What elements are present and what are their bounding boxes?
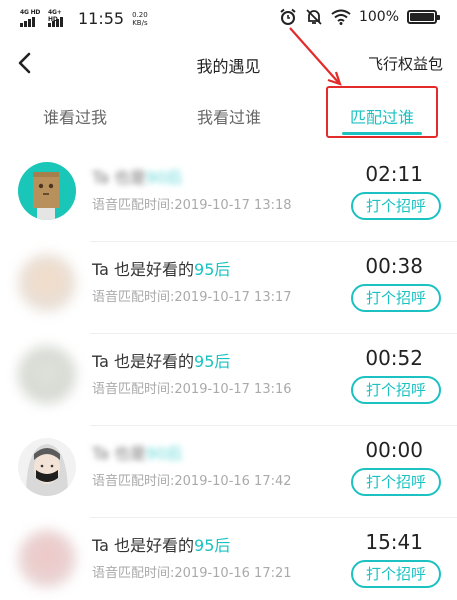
user-name: Ta 也是好看的95后	[92, 348, 230, 372]
mute-bell-icon	[306, 9, 322, 25]
call-duration: 00:00	[365, 438, 423, 462]
list-item[interactable]: Ta 也是好看的95后 语音匹配时间:2019-10-16 17:21 15:4…	[0, 518, 457, 600]
status-left: 4G HD 4G+ HD 11:55 0.20 KB/s	[20, 9, 148, 28]
battery-icon	[407, 10, 440, 24]
signal-icon: 4G+ HD	[48, 9, 70, 27]
user-name: Ta 也是90后	[92, 440, 182, 464]
user-name: Ta 也是好看的95后	[92, 256, 230, 280]
name-prefix: Ta 也是好看的	[92, 260, 195, 279]
app-header: 我的遇见 飞行权益包	[0, 40, 457, 86]
wifi-icon	[331, 9, 351, 25]
say-hello-button[interactable]: 打个招呼	[351, 468, 441, 496]
signal-icon: 4G HD	[20, 8, 42, 27]
status-time: 11:55	[78, 9, 125, 28]
match-time: 语音匹配时间:2019-10-16 17:42	[92, 474, 292, 489]
tab-who-viewed-me[interactable]: 谁看过我	[30, 100, 120, 136]
status-bar: 4G HD 4G+ HD 11:55 0.20 KB/s 100%	[0, 0, 457, 34]
flight-benefits-link[interactable]: 飞行权益包	[368, 53, 443, 74]
user-name: Ta 也是90后	[92, 164, 182, 188]
list-item[interactable]: Ta 也是好看的95后 语音匹配时间:2019-10-17 13:17 00:3…	[0, 242, 457, 334]
avatar[interactable]	[18, 162, 76, 220]
say-hello-button[interactable]: 打个招呼	[351, 560, 441, 588]
list-item[interactable]: Ta 也是90后 语音匹配时间:2019-10-17 13:18 02:11 打…	[0, 150, 457, 242]
match-time: 语音匹配时间:2019-10-17 13:18	[92, 198, 292, 213]
tab-who-i-viewed[interactable]: 我看过谁	[184, 100, 274, 136]
paper-bag-avatar-icon	[33, 172, 59, 220]
list-item[interactable]: Ta 也是90后 语音匹配时间:2019-10-16 17:42 00:00 打…	[0, 426, 457, 518]
name-prefix: Ta 也是	[92, 444, 147, 463]
avatar[interactable]	[18, 346, 76, 404]
name-accent: 90后	[146, 168, 183, 187]
name-prefix: Ta 也是好看的	[92, 352, 195, 371]
call-duration: 15:41	[365, 530, 423, 554]
avatar[interactable]	[18, 254, 76, 312]
user-name: Ta 也是好看的95后	[92, 532, 230, 556]
say-hello-button[interactable]: 打个招呼	[351, 376, 441, 404]
name-prefix: Ta 也是	[92, 168, 147, 187]
avatar[interactable]	[18, 530, 76, 588]
alarm-icon	[280, 8, 296, 25]
annotation-highlight-box	[326, 86, 438, 138]
network-speed-unit: KB/s	[132, 18, 148, 27]
network-speed: 0.20 KB/s	[132, 11, 148, 27]
name-accent: 95后	[194, 536, 231, 555]
name-accent: 95后	[194, 260, 231, 279]
masked-person-avatar-icon	[26, 444, 68, 496]
name-prefix: Ta 也是好看的	[92, 536, 195, 555]
status-right: 100%	[279, 8, 440, 26]
name-accent: 90后	[146, 444, 183, 463]
match-time: 语音匹配时间:2019-10-17 13:17	[92, 290, 292, 305]
say-hello-button[interactable]: 打个招呼	[351, 284, 441, 312]
say-hello-button[interactable]: 打个招呼	[351, 192, 441, 220]
network-speed-value: 0.20	[132, 10, 148, 19]
list-item[interactable]: Ta 也是好看的95后 语音匹配时间:2019-10-17 13:16 00:5…	[0, 334, 457, 426]
battery-percent: 100%	[358, 9, 399, 25]
network-label: 4G HD	[20, 8, 41, 16]
name-accent: 95后	[194, 352, 231, 371]
call-duration: 02:11	[365, 162, 423, 186]
match-time: 语音匹配时间:2019-10-16 17:21	[92, 566, 292, 581]
call-duration: 00:38	[365, 254, 423, 278]
match-time: 语音匹配时间:2019-10-17 13:16	[92, 382, 292, 397]
avatar[interactable]	[18, 438, 76, 496]
call-duration: 00:52	[365, 346, 423, 370]
